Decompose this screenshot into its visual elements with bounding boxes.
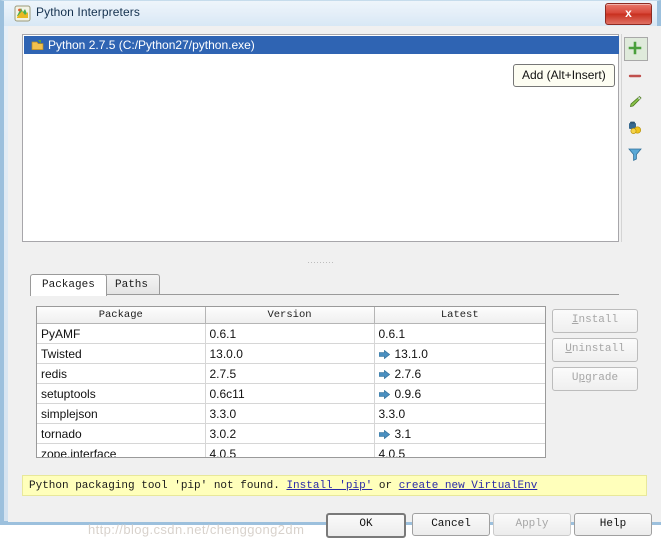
packages-table[interactable]: Package Version Latest PyAMF 0.6.1 0.6.1 Tw… bbox=[36, 306, 546, 458]
tab-packages-label: Packages bbox=[42, 279, 95, 291]
latest-version-text: 3.3.0 bbox=[378, 406, 406, 421]
cell-version: 3.3.0 bbox=[205, 403, 375, 424]
table-row[interactable]: setuptools 0.6c11 0.9.6 bbox=[37, 383, 545, 404]
pip-not-found-notice: Python packaging tool 'pip' not found. I… bbox=[22, 475, 647, 496]
notice-text-middle: or bbox=[372, 480, 399, 492]
cancel-label: Cancel bbox=[431, 518, 471, 530]
interpreter-label: Python 2.7.5 (C:/Python27/python.exe) bbox=[48, 38, 255, 52]
upgrade-available-icon bbox=[378, 348, 390, 359]
pycharm-icon bbox=[14, 5, 31, 22]
dialog-body: Python 2.7.5 (C:/Python27/python.exe) Ad… bbox=[8, 26, 661, 538]
latest-version-text: 0.6.1 bbox=[378, 326, 406, 341]
cell-package: redis bbox=[37, 363, 206, 384]
remove-interpreter-button[interactable] bbox=[625, 66, 645, 86]
cell-version: 4.0.5 bbox=[205, 443, 375, 457]
cell-version: 3.0.2 bbox=[205, 423, 375, 444]
title-bar: Python Interpreters x bbox=[4, 1, 657, 26]
table-row[interactable]: zope.interface 4.0.5 4.0.5 bbox=[37, 443, 545, 458]
install-mnemonic: I bbox=[571, 314, 579, 326]
column-header-package[interactable]: Package bbox=[37, 307, 206, 324]
install-pip-link[interactable]: Install 'pip' bbox=[286, 480, 372, 492]
panel-splitter[interactable] bbox=[22, 258, 619, 266]
python-interpreter-icon bbox=[30, 38, 44, 52]
uninstall-label: ninstall bbox=[571, 343, 625, 355]
latest-version-text: 0.9.6 bbox=[394, 386, 422, 401]
table-row[interactable]: tornado 3.0.2 3.1 bbox=[37, 423, 545, 444]
notice-text-before: Python packaging tool 'pip' not found. bbox=[29, 480, 287, 492]
ok-label: OK bbox=[359, 518, 373, 530]
latest-version-text: 3.1 bbox=[394, 426, 412, 441]
cell-latest: 4.0.5 bbox=[374, 443, 545, 458]
cell-version: 0.6c11 bbox=[205, 383, 375, 404]
close-icon: x bbox=[625, 6, 632, 20]
cell-latest: 3.3.0 bbox=[374, 403, 545, 424]
table-header-row: Package Version Latest bbox=[37, 307, 545, 324]
splitter-grip-icon bbox=[306, 261, 335, 264]
tooltip-add-interpreter: Add (Alt+Insert) bbox=[513, 64, 615, 87]
funnel-icon[interactable] bbox=[625, 144, 645, 164]
tab-paths-label: Paths bbox=[115, 279, 149, 291]
edit-interpreter-button[interactable] bbox=[625, 92, 645, 112]
uninstall-mnemonic: U bbox=[565, 343, 572, 355]
tab-bar-divider bbox=[30, 294, 619, 295]
cell-version: 0.6.1 bbox=[205, 323, 375, 344]
cell-package: zope.interface bbox=[37, 443, 206, 457]
latest-version-text: 13.1.0 bbox=[394, 346, 428, 361]
install-button[interactable]: Install bbox=[552, 309, 638, 333]
install-label: nstall bbox=[578, 314, 619, 326]
tooltip-text: Add (Alt+Insert) bbox=[522, 68, 606, 82]
tab-paths[interactable]: Paths bbox=[103, 274, 161, 295]
cell-latest: 13.1.0 bbox=[374, 343, 545, 364]
python-interpreters-dialog: Python Interpreters x Python 2.7.5 (C:/P… bbox=[0, 0, 661, 538]
upgrade-available-icon bbox=[378, 388, 390, 399]
upgrade-available-icon bbox=[378, 428, 390, 439]
upgrade-label-rest: grade bbox=[585, 372, 619, 384]
table-row[interactable]: redis 2.7.5 2.7.6 bbox=[37, 363, 545, 384]
cell-package: simplejson bbox=[37, 403, 206, 424]
table-row[interactable]: PyAMF 0.6.1 0.6.1 bbox=[37, 323, 545, 344]
help-label: Help bbox=[599, 518, 627, 530]
column-header-latest[interactable]: Latest bbox=[374, 307, 545, 324]
add-interpreter-button[interactable] bbox=[624, 37, 648, 61]
cell-latest: 0.6.1 bbox=[374, 323, 545, 344]
create-virtualenv-link[interactable]: create new VirtualEnv bbox=[399, 480, 538, 492]
tab-packages[interactable]: Packages bbox=[30, 274, 107, 296]
cell-version: 2.7.5 bbox=[205, 363, 375, 384]
interpreter-toolbar bbox=[621, 34, 648, 242]
latest-version-text: 2.7.6 bbox=[394, 366, 422, 381]
apply-label: Apply bbox=[515, 518, 549, 530]
list-item[interactable]: Python 2.7.5 (C:/Python27/python.exe) bbox=[24, 36, 619, 54]
table-row[interactable]: simplejson 3.3.0 3.3.0 bbox=[37, 403, 545, 424]
ok-button[interactable]: OK bbox=[326, 513, 406, 538]
cell-latest: 0.9.6 bbox=[374, 383, 545, 404]
column-header-version[interactable]: Version bbox=[205, 307, 375, 324]
table-row[interactable]: Twisted 13.0.0 13.1.0 bbox=[37, 343, 545, 364]
cell-package: PyAMF bbox=[37, 323, 206, 344]
cell-package: Twisted bbox=[37, 343, 206, 364]
latest-version-text: 4.0.5 bbox=[378, 446, 406, 458]
cell-package: setuptools bbox=[37, 383, 206, 404]
cell-version: 13.0.0 bbox=[205, 343, 375, 364]
cell-package: tornado bbox=[37, 423, 206, 444]
close-button[interactable]: x bbox=[605, 3, 652, 25]
window-title: Python Interpreters bbox=[36, 5, 140, 19]
upgrade-button[interactable]: Upgrade bbox=[552, 367, 638, 391]
cell-latest: 3.1 bbox=[374, 423, 545, 444]
upgrade-available-icon bbox=[378, 368, 390, 379]
create-virtualenv-button[interactable] bbox=[625, 118, 645, 138]
uninstall-button[interactable]: Uninstall bbox=[552, 338, 638, 362]
packages-table-body: PyAMF 0.6.1 0.6.1 Twisted 13.0.0 13.1.0 redis 2… bbox=[37, 323, 545, 458]
cell-latest: 2.7.6 bbox=[374, 363, 545, 384]
